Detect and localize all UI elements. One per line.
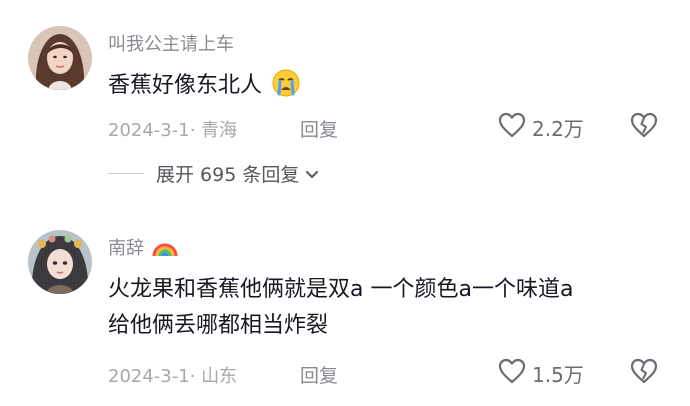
like-button[interactable]: 2.2万: [498, 112, 584, 143]
like-count: 2.2万: [532, 117, 584, 141]
chevron-down-icon: [305, 163, 319, 185]
broken-heart-icon: [630, 112, 658, 142]
expand-replies-button[interactable]: 展开 695 条回复: [108, 160, 319, 187]
avatar[interactable]: [28, 230, 92, 294]
dislike-button[interactable]: [630, 112, 658, 142]
comment-text-line: 给他俩丢哪都相当炸裂: [108, 313, 329, 338]
comment-text: 香蕉好像东北人: [108, 68, 301, 110]
expand-replies-label: 展开 695 条回复: [156, 164, 300, 186]
dislike-button[interactable]: [630, 358, 658, 388]
heart-icon: [498, 358, 526, 389]
rainbow-icon: [152, 236, 178, 263]
like-count: 1.5万: [532, 363, 584, 387]
comment-text-line: 火龙果和香蕉他俩就是双a 一个颜色a一个味道a: [108, 277, 574, 302]
crying-emoji: [271, 68, 301, 110]
broken-heart-icon: [630, 358, 658, 388]
username[interactable]: 叫我公主请上车: [108, 30, 234, 56]
username-text: 南辞: [108, 238, 144, 259]
comment-1: [0, 0, 690, 200]
avatar[interactable]: [28, 26, 92, 90]
comment-text: 火龙果和香蕉他俩就是双a 一个颜色a一个味道a 给他俩丢哪都相当炸裂: [108, 272, 573, 344]
divider-line: [108, 173, 144, 174]
username[interactable]: 南辞: [108, 234, 178, 263]
comment-text-line: 香蕉好像东北人: [108, 73, 263, 98]
comment-date-location: 2024-3-1· 青海: [108, 120, 238, 141]
reply-button[interactable]: 回复: [300, 115, 338, 142]
heart-icon: [498, 112, 526, 143]
reply-button[interactable]: 回复: [300, 361, 338, 388]
like-button[interactable]: 1.5万: [498, 358, 584, 389]
comment-date-location: 2024-3-1· 山东: [108, 366, 238, 387]
